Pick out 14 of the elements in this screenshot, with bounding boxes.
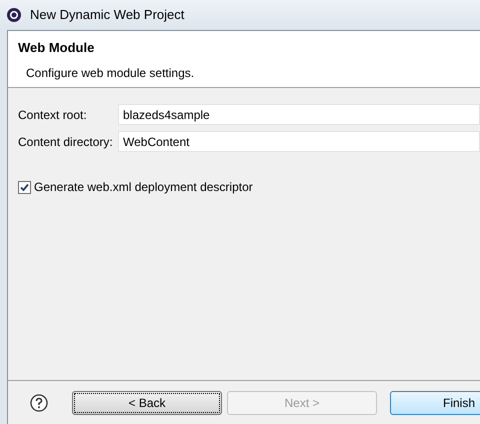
page-description: Configure web module settings. xyxy=(25,64,196,82)
eclipse-icon xyxy=(6,7,22,23)
dialog-button[interactable]: < Back xyxy=(72,390,222,414)
help-icon[interactable] xyxy=(30,394,48,412)
checkbox-label: Generate web.xml deployment descriptor xyxy=(34,179,253,196)
checkbox[interactable] xyxy=(18,180,31,194)
checkmark-icon xyxy=(20,182,29,192)
dialog-button[interactable]: Finish xyxy=(390,390,480,414)
window-title: New Dynamic Web Project xyxy=(30,6,184,24)
field-label: Context root: xyxy=(17,106,88,124)
input-field[interactable]: WebContent xyxy=(118,131,480,152)
input-field[interactable]: blazeds4sample xyxy=(118,104,480,125)
page-title: Web Module xyxy=(18,39,96,57)
field-label: Content directory: xyxy=(17,134,114,150)
